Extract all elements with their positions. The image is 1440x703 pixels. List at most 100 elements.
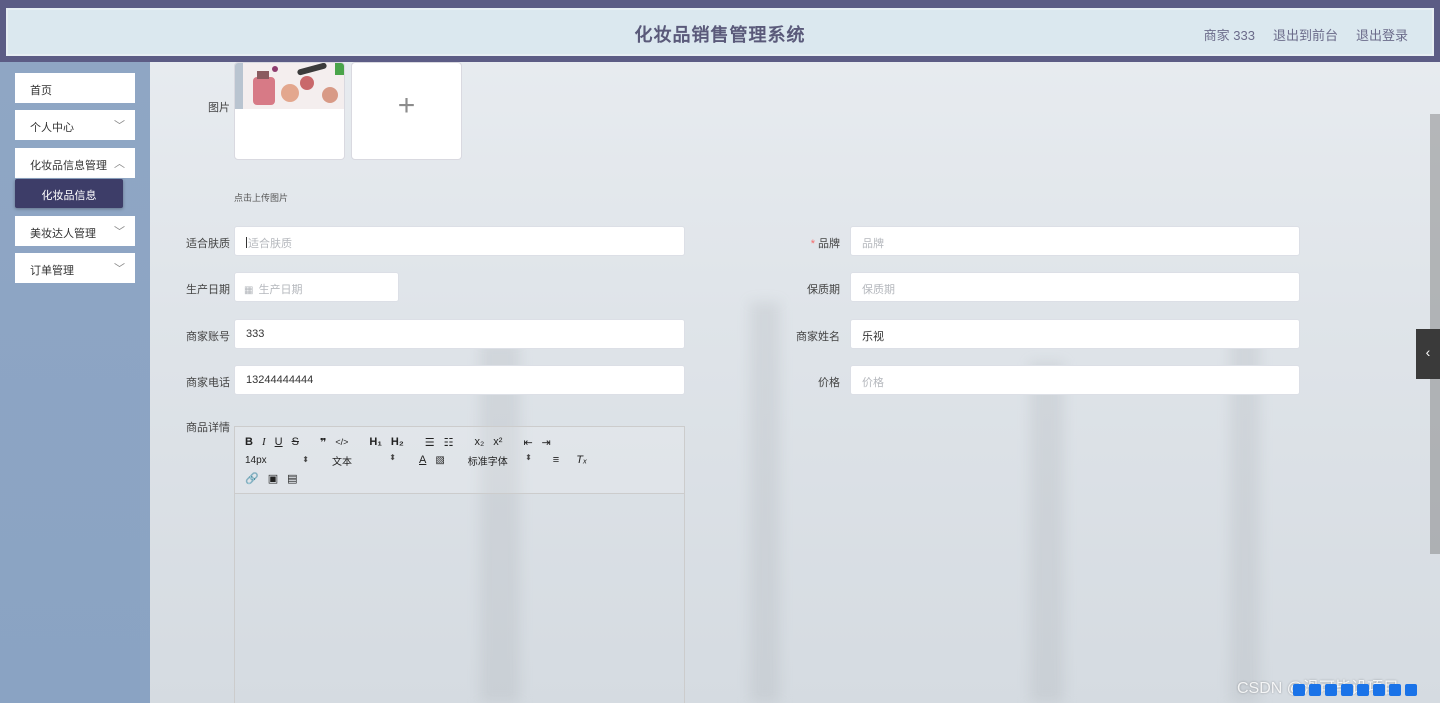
sidebar-item-personal-center[interactable]: 个人中心 ﹀ bbox=[15, 110, 135, 140]
font-size-select[interactable]: 14px ⬍ bbox=[245, 455, 309, 466]
quote-icon[interactable]: ❞ bbox=[320, 436, 326, 449]
required-marker: * bbox=[810, 238, 815, 250]
background-color-icon[interactable]: ▧ bbox=[435, 455, 444, 466]
indent-increase-icon[interactable]: ⇥ bbox=[542, 436, 551, 449]
toolbar-row: B I U S ❞ </> H₁ H₂ ☰ ☷ x₂ x² ⇤ ⇥ bbox=[245, 433, 684, 451]
font-family-select[interactable]: 标准字体 ⬍ bbox=[468, 453, 532, 468]
paragraph-value: 文本 bbox=[332, 456, 352, 468]
paragraph-select[interactable]: 文本 ⬍ bbox=[332, 453, 396, 468]
chevron-down-icon: ﹀ bbox=[114, 226, 125, 238]
indent-decrease-icon[interactable]: ⇤ bbox=[523, 436, 532, 449]
ime-icon[interactable] bbox=[1325, 684, 1337, 696]
details-label: 商品详情 bbox=[186, 422, 230, 434]
uploaded-image[interactable] bbox=[234, 62, 345, 160]
image-icon[interactable]: ▣ bbox=[268, 472, 278, 485]
text-cursor bbox=[246, 237, 247, 248]
h1-icon[interactable]: H₁ bbox=[369, 436, 382, 448]
brand-label-text: 品牌 bbox=[818, 238, 840, 250]
chevron-left-icon: ‹ bbox=[1425, 344, 1431, 360]
price-input[interactable]: 价格 bbox=[850, 365, 1300, 395]
side-panel-toggle[interactable]: ‹ bbox=[1416, 329, 1440, 379]
h2-icon[interactable]: H₂ bbox=[391, 436, 404, 448]
sidebar: 首页 个人中心 ﹀ 化妆品信息管理 ︿ 化妆品信息 美妆达人管理 ﹀ 订单管理 … bbox=[0, 62, 150, 703]
link-icon[interactable]: 🔗 bbox=[245, 472, 259, 485]
font-size-value: 14px bbox=[245, 454, 267, 466]
video-icon[interactable]: ▤ bbox=[287, 472, 297, 485]
sidebar-item-label: 个人中心 bbox=[30, 122, 74, 134]
plus-icon: + bbox=[397, 89, 416, 122]
background-decoration bbox=[750, 302, 780, 703]
underline-icon[interactable]: U bbox=[275, 436, 283, 448]
sidebar-item-label: 订单管理 bbox=[30, 265, 74, 277]
ordered-list-icon[interactable]: ☰ bbox=[425, 436, 435, 449]
brand-label: * 品牌 bbox=[760, 235, 840, 251]
strike-icon[interactable]: S bbox=[292, 436, 299, 448]
sidebar-subitem-cosmetics-info[interactable]: 化妆品信息 bbox=[15, 179, 123, 208]
sidebar-item-beauty-expert-management[interactable]: 美妆达人管理 ﹀ bbox=[15, 216, 135, 246]
font-family-value: 标准字体 bbox=[467, 456, 508, 468]
ime-icon[interactable] bbox=[1405, 684, 1417, 696]
current-user-link[interactable]: 商家 333 bbox=[1204, 25, 1255, 44]
ime-icon[interactable] bbox=[1309, 684, 1321, 696]
calendar-icon: ▦ bbox=[244, 285, 254, 296]
merchant-name-label: 商家姓名 bbox=[796, 331, 840, 343]
shelf-life-input[interactable]: 保质期 bbox=[850, 272, 1300, 302]
main-content: 图片 + 点击上传图片 适合肤质 适合肤质 * 品牌 品牌 生产日期 ▦ 生产日期 … bbox=[150, 62, 1430, 703]
ime-icon[interactable] bbox=[1341, 684, 1353, 696]
code-icon[interactable]: </> bbox=[335, 437, 348, 447]
upload-hint: 点击上传图片 bbox=[234, 193, 289, 203]
logout-link[interactable]: 退出登录 bbox=[1356, 25, 1408, 44]
editor-content-area[interactable] bbox=[235, 494, 684, 703]
sidebar-item-home[interactable]: 首页 bbox=[15, 73, 135, 103]
skin-type-input[interactable]: 适合肤质 bbox=[234, 226, 685, 256]
toolbar-row: 🔗 ▣ ▤ bbox=[245, 469, 684, 487]
chevron-down-icon: ﹀ bbox=[114, 120, 125, 132]
ime-icon[interactable] bbox=[1389, 684, 1401, 696]
brand-input[interactable]: 品牌 bbox=[850, 226, 1300, 256]
ime-icon[interactable] bbox=[1373, 684, 1385, 696]
production-date-picker[interactable]: ▦ 生产日期 bbox=[234, 272, 399, 302]
chevron-down-icon: ﹀ bbox=[114, 263, 125, 275]
merchant-name-input[interactable]: 乐视 bbox=[850, 319, 1300, 349]
sidebar-item-label: 化妆品信息管理 bbox=[30, 160, 107, 172]
top-header: 化妆品销售管理系统 商家 333 退出到前台 退出登录 bbox=[6, 8, 1434, 56]
toolbar-row: 14px ⬍ 文本 ⬍ A ▧ 标准字体 ⬍ ≡ Tₓ bbox=[245, 451, 684, 469]
editor-toolbar: B I U S ❞ </> H₁ H₂ ☰ ☷ x₂ x² ⇤ ⇥ 14px ⬍ … bbox=[235, 427, 684, 494]
sidebar-item-cosmetics-management[interactable]: 化妆品信息管理 ︿ bbox=[15, 148, 135, 178]
clear-format-icon[interactable]: Tₓ bbox=[576, 454, 587, 466]
italic-icon[interactable]: I bbox=[262, 436, 266, 448]
top-header-frame: 化妆品销售管理系统 商家 333 退出到前台 退出登录 bbox=[0, 0, 1440, 62]
image-label: 图片 bbox=[208, 102, 230, 114]
skin-type-placeholder: 适合肤质 bbox=[248, 238, 292, 250]
back-to-front-link[interactable]: 退出到前台 bbox=[1273, 25, 1338, 44]
bullet-list-icon[interactable]: ☷ bbox=[444, 436, 454, 449]
sidebar-item-order-management[interactable]: 订单管理 ﹀ bbox=[15, 253, 135, 283]
production-date-label: 生产日期 bbox=[186, 284, 230, 296]
select-arrows-icon: ⬍ bbox=[302, 454, 309, 464]
sidebar-item-label: 首页 bbox=[30, 85, 52, 97]
rich-text-editor: B I U S ❞ </> H₁ H₂ ☰ ☷ x₂ x² ⇤ ⇥ 14px ⬍ … bbox=[234, 426, 685, 703]
bold-icon[interactable]: B bbox=[245, 436, 253, 448]
chevron-up-icon: ︿ bbox=[114, 158, 125, 170]
select-arrows-icon: ⬍ bbox=[525, 452, 532, 462]
merchant-account-input[interactable]: 333 bbox=[234, 319, 685, 349]
merchant-phone-input[interactable]: 13244444444 bbox=[234, 365, 685, 395]
select-arrows-icon: ⬍ bbox=[389, 452, 396, 462]
ime-icon[interactable] bbox=[1357, 684, 1369, 696]
merchant-phone-label: 商家电话 bbox=[186, 377, 230, 389]
shelf-life-label: 保质期 bbox=[807, 284, 840, 296]
superscript-icon[interactable]: x² bbox=[493, 436, 502, 448]
header-links: 商家 333 退出到前台 退出登录 bbox=[1204, 25, 1408, 44]
merchant-account-label: 商家账号 bbox=[186, 331, 230, 343]
upload-image-button[interactable]: + bbox=[351, 62, 462, 160]
background-decoration bbox=[1030, 362, 1064, 703]
skin-type-label: 适合肤质 bbox=[186, 238, 230, 250]
align-icon[interactable]: ≡ bbox=[553, 454, 559, 466]
ime-toolbar[interactable] bbox=[1293, 684, 1417, 696]
price-label: 价格 bbox=[818, 377, 840, 389]
ime-icon[interactable] bbox=[1293, 684, 1305, 696]
production-date-placeholder: 生产日期 bbox=[258, 284, 303, 296]
font-color-icon[interactable]: A bbox=[419, 454, 426, 466]
subscript-icon[interactable]: x₂ bbox=[475, 436, 485, 448]
sidebar-item-label: 美妆达人管理 bbox=[30, 228, 96, 240]
